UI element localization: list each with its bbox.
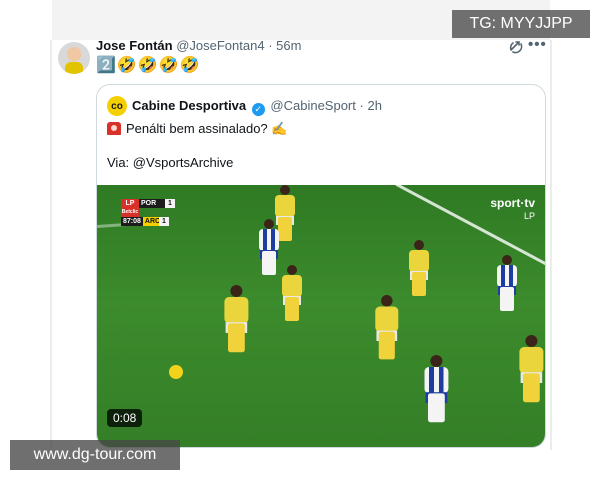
quote-avatar[interactable]: co — [107, 96, 127, 116]
quote-header: Cabine Desportiva ✓ @CabineSport · 2h — [132, 96, 382, 116]
quote-time[interactable]: 2h — [367, 98, 381, 113]
grok-icon[interactable] — [507, 38, 525, 56]
home-score: 1 — [165, 199, 175, 208]
sponsor-badge: Betclic — [121, 208, 139, 217]
quote-author-name[interactable]: Cabine Desportiva — [132, 98, 246, 113]
author-avatar[interactable] — [58, 42, 90, 74]
quote-author-handle[interactable]: @CabineSport — [270, 98, 355, 113]
league-badge: LP — [121, 199, 139, 208]
channel-sub: LP — [523, 211, 535, 221]
ball — [169, 365, 183, 379]
author-name[interactable]: Jose Fontán — [96, 38, 173, 53]
away-team: ARO — [142, 217, 161, 226]
quote-via-line: Via: @VsportsArchive — [107, 155, 234, 170]
video-player[interactable]: LP POR 1 Betclic 87:08 87:08 ARO 1 sport… — [97, 185, 545, 447]
tweet-text: 2️⃣🤣🤣🤣🤣 — [96, 57, 201, 74]
tweet-time[interactable]: 56m — [276, 38, 301, 53]
channel-name: sport·tv — [490, 196, 535, 210]
separator: · — [359, 98, 364, 113]
watermark-top: TG: MYYJJPP — [452, 10, 590, 38]
away-score: 1 — [158, 217, 169, 226]
verified-badge-icon: ✓ — [251, 103, 265, 116]
siren-icon — [107, 122, 121, 135]
author-handle[interactable]: @JoseFontan4 — [176, 38, 264, 53]
scorebug: LP POR 1 Betclic 87:08 87:08 ARO 1 — [121, 199, 181, 226]
tweet-header: Jose Fontán @JoseFontan4 · 56m — [96, 37, 301, 55]
tweet-card[interactable]: Jose Fontán @JoseFontan4 · 56m ••• 2️⃣🤣🤣… — [52, 36, 550, 450]
match-clock: 87:08 — [121, 217, 143, 226]
quoted-tweet[interactable]: co Cabine Desportiva ✓ @CabineSport · 2h… — [96, 84, 546, 448]
more-icon[interactable]: ••• — [528, 36, 547, 53]
quote-text: Penálti bem assinalado? ✍️ — [126, 121, 288, 136]
channel-logo: sport·tv LP — [490, 197, 535, 223]
quote-text-line1: Penálti bem assinalado? ✍️ — [107, 119, 287, 139]
home-team: POR — [139, 199, 165, 208]
video-duration: 0:08 — [107, 409, 143, 427]
watermark-bottom: www.dg-tour.com — [10, 440, 180, 470]
separator: · — [268, 38, 273, 53]
